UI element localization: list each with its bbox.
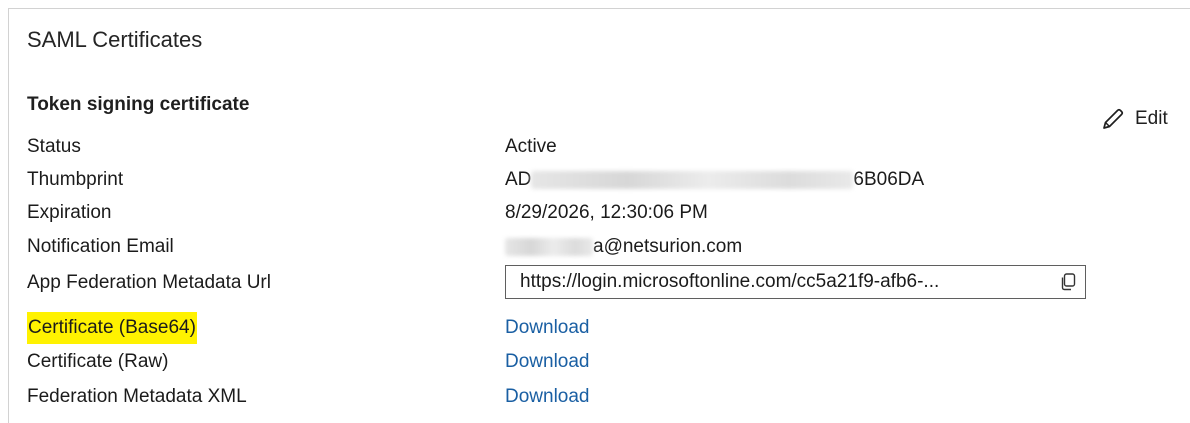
expiration-value: 8/29/2026, 12:30:06 PM — [505, 202, 708, 223]
cert-raw-label: Certificate (Raw) — [27, 351, 169, 372]
pencil-icon — [1101, 107, 1125, 131]
thumbprint-label: Thumbprint — [27, 169, 124, 190]
federation-xml-download-link[interactable]: Download — [505, 386, 590, 407]
thumbprint-prefix: AD — [505, 169, 532, 190]
card-title: SAML Certificates — [27, 27, 203, 52]
email-suffix: a@netsurion.com — [593, 236, 743, 257]
thumbprint-redaction — [531, 170, 854, 189]
edit-label: Edit — [1135, 108, 1168, 129]
federation-xml-label: Federation Metadata XML — [27, 386, 247, 407]
status-label: Status — [27, 136, 81, 157]
cert-raw-row: Certificate (Raw) Download — [27, 346, 1177, 378]
cert-base64-label: Certificate (Base64) — [27, 312, 197, 344]
cert-base64-download-link[interactable]: Download — [505, 317, 590, 338]
thumbprint-value: AD 6B06DA — [505, 164, 924, 196]
notification-email-label: Notification Email — [27, 236, 174, 257]
thumbprint-row: Thumbprint AD 6B06DA — [27, 164, 1177, 196]
expiration-row: Expiration 8/29/2026, 12:30:06 PM — [27, 197, 1177, 229]
status-value: Active — [505, 136, 557, 157]
metadata-url-value[interactable]: https://login.microsoftonline.com/cc5a21… — [520, 271, 1051, 293]
federation-xml-row: Federation Metadata XML Download — [27, 381, 1177, 413]
thumbprint-suffix: 6B06DA — [853, 169, 925, 190]
cert-raw-download-link[interactable]: Download — [505, 351, 590, 372]
metadata-url-row: App Federation Metadata Url https://logi… — [27, 265, 1177, 299]
email-redaction — [505, 237, 593, 256]
saml-certificates-card: SAML Certificates Token signing certific… — [8, 8, 1190, 423]
notification-email-value: a@netsurion.com — [505, 231, 742, 263]
edit-button[interactable]: Edit — [1101, 107, 1168, 131]
status-row: Status Active — [27, 131, 1177, 163]
expiration-label: Expiration — [27, 202, 112, 223]
metadata-url-label: App Federation Metadata Url — [27, 272, 271, 293]
copy-icon[interactable] — [1051, 273, 1085, 291]
metadata-url-field[interactable]: https://login.microsoftonline.com/cc5a21… — [505, 265, 1086, 299]
section-title: Token signing certificate — [27, 94, 250, 115]
notification-email-row: Notification Email a@netsurion.com — [27, 231, 1177, 263]
cert-base64-row: Certificate (Base64) Download — [27, 312, 1177, 344]
